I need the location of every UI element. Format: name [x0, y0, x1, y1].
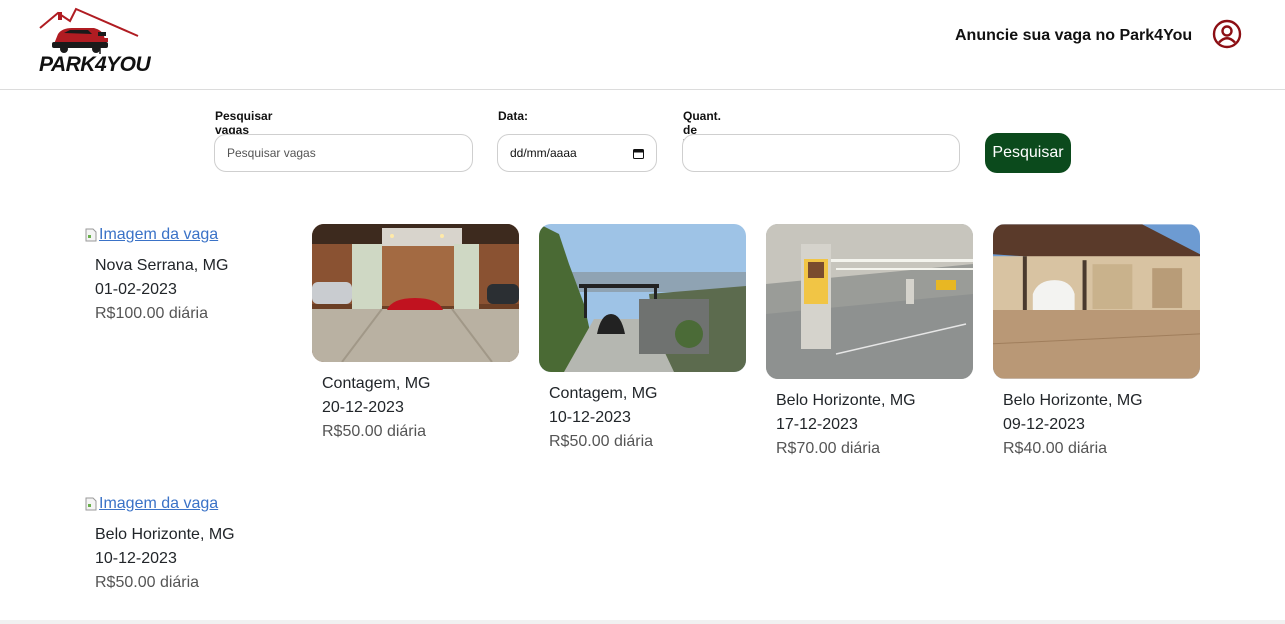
image-alt-text: Imagem da vaga — [99, 226, 219, 243]
announce-spot-link[interactable]: Anuncie sua vaga no Park4You — [955, 27, 1192, 45]
listing-price: R$70.00 diária — [776, 440, 881, 457]
listing-price: R$100.00 diária — [95, 305, 208, 322]
listing-card[interactable]: Imagem da vaga Nova Serrana, MG 01-02-20… — [85, 226, 292, 326]
date-value: dd/mm/aaaa — [510, 146, 577, 160]
listing-city: Contagem, MG — [322, 375, 431, 392]
listing-price: R$50.00 diária — [549, 433, 654, 450]
broken-image-icon — [85, 228, 97, 242]
listing-card[interactable]: Belo Horizonte, MG 09-12-2023 R$40.00 di… — [993, 224, 1200, 461]
search-query-placeholder: Pesquisar vagas — [227, 146, 316, 160]
broken-image-link[interactable]: Imagem da vaga — [85, 226, 292, 244]
header: PARK4YOU Anuncie sua vaga no Park4You — [0, 0, 1285, 90]
listing-date: 10-12-2023 — [95, 550, 177, 567]
listing-price: R$50.00 diária — [322, 423, 427, 440]
listing-date: 09-12-2023 — [1003, 416, 1085, 433]
vehicles-quantity-input[interactable] — [682, 134, 960, 172]
listing-city: Contagem, MG — [549, 385, 658, 402]
listing-city: Belo Horizonte, MG — [95, 526, 235, 543]
park4you-logo[interactable]: PARK4YOU — [36, 6, 151, 78]
broken-image-link[interactable]: Imagem da vaga — [85, 495, 292, 513]
image-alt-text: Imagem da vaga — [99, 495, 219, 512]
listing-city: Belo Horizonte, MG — [776, 392, 916, 409]
page-bottom-divider — [0, 620, 1285, 624]
search-query-label: Pesquisar vagas — [215, 109, 273, 137]
brand-name: PARK4YOU — [39, 53, 151, 76]
listing-card[interactable]: Belo Horizonte, MG 17-12-2023 R$70.00 di… — [766, 224, 973, 461]
parking-photo[interactable] — [993, 224, 1200, 379]
listing-card[interactable]: Contagem, MG 10-12-2023 R$50.00 diária — [539, 224, 746, 454]
search-button[interactable]: Pesquisar — [985, 133, 1071, 173]
parking-photo[interactable] — [312, 224, 519, 362]
listing-city: Nova Serrana, MG — [95, 257, 229, 274]
listing-date: 10-12-2023 — [549, 409, 631, 426]
listing-date: 20-12-2023 — [322, 399, 404, 416]
listing-city: Belo Horizonte, MG — [1003, 392, 1143, 409]
listing-card[interactable]: Imagem da vaga Belo Horizonte, MG 10-12-… — [85, 495, 292, 595]
parking-photo[interactable] — [539, 224, 746, 372]
listing-price: R$40.00 diária — [1003, 440, 1108, 457]
date-label: Data: — [498, 109, 529, 123]
search-query-input[interactable]: Pesquisar vagas — [214, 134, 473, 172]
user-account-icon[interactable] — [1212, 19, 1242, 49]
listing-card[interactable]: Contagem, MG 20-12-2023 R$50.00 diária — [312, 224, 519, 444]
date-input[interactable]: dd/mm/aaaa — [497, 134, 657, 172]
broken-image-icon — [85, 497, 97, 511]
listing-price: R$50.00 diária — [95, 574, 200, 591]
listing-date: 17-12-2023 — [776, 416, 858, 433]
logo-house-car-icon — [39, 7, 139, 54]
listing-date: 01-02-2023 — [95, 281, 177, 298]
calendar-icon[interactable] — [633, 148, 644, 159]
parking-photo[interactable] — [766, 224, 973, 379]
